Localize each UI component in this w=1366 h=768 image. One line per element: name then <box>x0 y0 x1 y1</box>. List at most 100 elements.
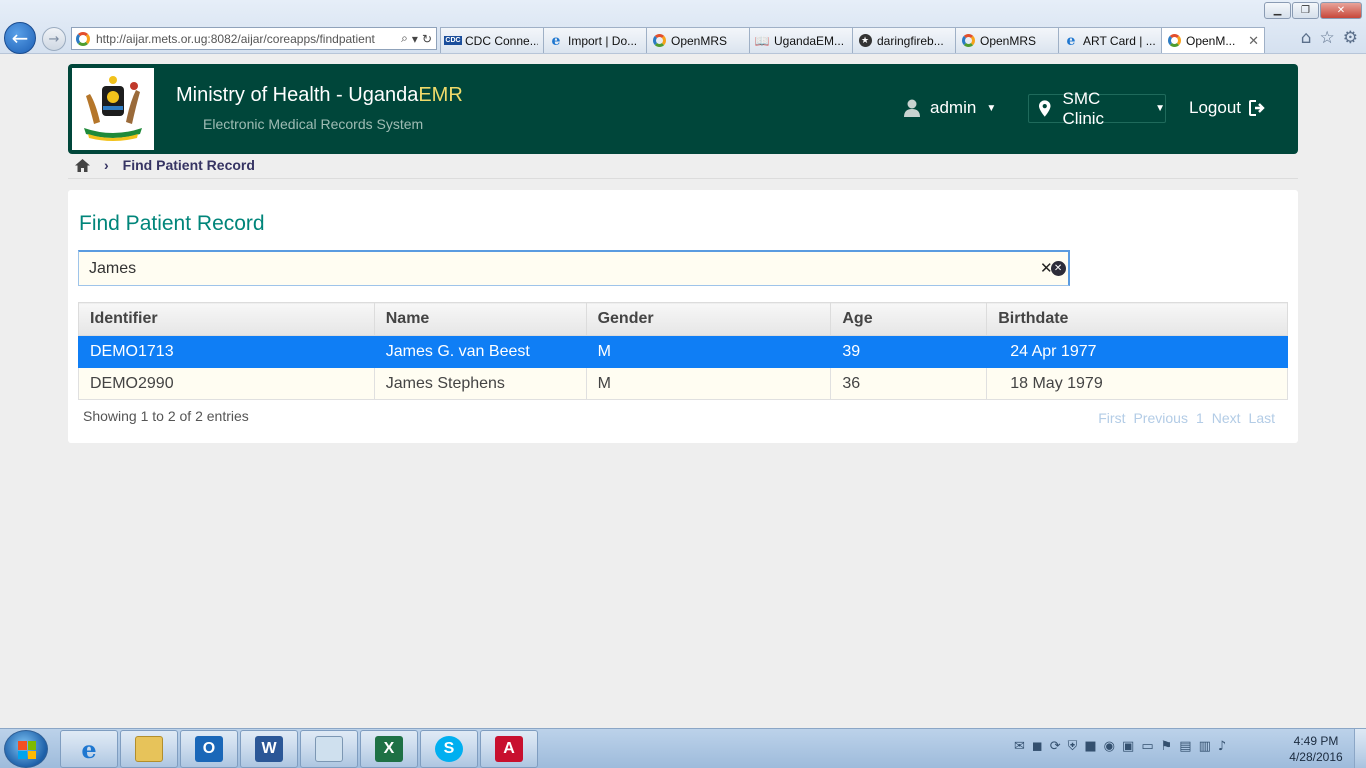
network-icon[interactable]: ▥ <box>1199 739 1211 754</box>
browser-tab[interactable]: OpenMRS <box>955 27 1059 53</box>
openmrs-icon <box>1167 34 1181 48</box>
logout-link[interactable]: Logout <box>1189 98 1267 118</box>
sign-out-icon <box>1249 100 1265 116</box>
cell-identifier: DEMO1713 <box>78 335 375 368</box>
cell-age: 39 <box>830 335 988 368</box>
mail-icon[interactable]: ✉ <box>1014 739 1025 754</box>
browser-tab[interactable]: ★ daringfireb... <box>852 27 956 53</box>
clock-date: 4/28/2016 <box>1289 750 1343 764</box>
entries-info: Showing 1 to 2 of 2 entries <box>83 408 249 424</box>
app-subtitle: Electronic Medical Records System <box>203 116 424 132</box>
cell-birthdate: 18 May 1979 <box>986 367 1288 400</box>
sync-icon[interactable]: ⟳ <box>1050 739 1061 754</box>
column-header-age[interactable]: Age <box>830 302 988 336</box>
user-menu[interactable]: admin ▼ <box>904 98 996 118</box>
taskbar-word[interactable]: W <box>240 730 298 768</box>
page-title: Find Patient Record <box>79 212 265 235</box>
patient-search-input[interactable] <box>78 250 1070 286</box>
ie-icon: e <box>551 32 561 49</box>
search-icon[interactable]: ⌕ <box>401 31 408 46</box>
pager-page-1[interactable]: 1 <box>1196 410 1204 426</box>
column-header-identifier[interactable]: Identifier <box>78 302 375 336</box>
taskbar-explorer[interactable] <box>120 730 178 768</box>
browser-tab[interactable]: e Import | Do... <box>543 27 647 53</box>
close-window-button[interactable]: ✕ <box>1320 2 1362 19</box>
taskbar-acrobat[interactable]: A <box>480 730 538 768</box>
pager-previous[interactable]: Previous <box>1133 410 1187 426</box>
browser-tab-label: ART Card | ... <box>1083 33 1156 48</box>
clear-circle-icon: ✕ <box>1050 260 1066 276</box>
cdc-icon: CDC <box>444 36 462 45</box>
forward-button[interactable]: → <box>42 27 66 51</box>
device-icon[interactable]: ▤ <box>1179 739 1191 754</box>
caret-down-icon: ▼ <box>986 102 997 114</box>
volume-icon[interactable]: ♪ <box>1218 739 1226 754</box>
browser-tab[interactable]: e ART Card | ... <box>1058 27 1162 53</box>
outlook-tray-icon[interactable]: ◼ <box>1032 739 1043 754</box>
dropdown-icon[interactable]: ▾ <box>412 32 418 46</box>
network-status-icon[interactable]: ◉ <box>1104 739 1115 754</box>
pager-first[interactable]: First <box>1098 410 1125 426</box>
taskbar-apps: e O W X S A <box>60 730 538 768</box>
window-controls: ▁ ❐ ✕ <box>1264 2 1362 19</box>
openmrs-icon <box>652 34 666 48</box>
pagination: First Previous 1 Next Last <box>1098 410 1275 426</box>
windows-taskbar: e O W X S A ✉ ◼ ⟳ ⛨ ■ ◉ ▣ ▭ ⚑ ▤ ▥ ♪ 4:49… <box>0 728 1366 768</box>
gear-icon[interactable]: ⚙ <box>1343 28 1358 48</box>
app-header: Ministry of Health - UgandaEMR Electroni… <box>68 64 1298 154</box>
location-name: SMC Clinic <box>1062 88 1105 128</box>
home-icon[interactable]: ⌂ <box>1301 28 1312 48</box>
browser-tab[interactable]: 📖 UgandaEM... <box>749 27 853 53</box>
minimize-button[interactable]: ▁ <box>1264 2 1291 19</box>
column-header-birthdate[interactable]: Birthdate <box>986 302 1288 336</box>
browser-tabs: CDC CDC Conne... e Import | Do... OpenMRS 📖 Ug… <box>440 27 1265 53</box>
column-header-name[interactable]: Name <box>373 302 587 336</box>
table-header-row: Identifier Name Gender Age Birthdate <box>78 302 1288 336</box>
lock-icon[interactable]: ■ <box>1084 739 1096 754</box>
taskbar-outlook[interactable]: O <box>180 730 238 768</box>
back-button[interactable]: ← <box>4 22 36 54</box>
excel-icon: X <box>375 736 403 762</box>
clear-search-button[interactable]: ✕ ✕ <box>1040 259 1066 277</box>
pager-last[interactable]: Last <box>1249 410 1275 426</box>
taskbar-skype[interactable]: S <box>420 730 478 768</box>
flag-icon[interactable]: ⚑ <box>1161 739 1173 754</box>
app-title-emr: EMR <box>418 84 463 106</box>
taskbar-notepad[interactable] <box>300 730 358 768</box>
window-icon[interactable]: ▣ <box>1122 739 1134 754</box>
table-row[interactable]: DEMO2990 James Stephens M 36 18 May 1979 <box>78 367 1288 400</box>
shield-icon[interactable]: ⛨ <box>1068 739 1078 754</box>
location-menu[interactable]: SMC Clinic ▼ <box>1028 89 1166 128</box>
address-bar[interactable]: http://aijar.mets.or.ug:8082/aijar/corea… <box>71 27 437 50</box>
skype-icon: S <box>435 736 463 762</box>
url-text[interactable]: http://aijar.mets.or.ug:8082/aijar/corea… <box>96 32 397 46</box>
monitor-icon[interactable]: ▭ <box>1141 739 1153 754</box>
taskbar-ie[interactable]: e <box>60 730 118 768</box>
restore-button[interactable]: ❐ <box>1292 2 1319 19</box>
column-header-gender[interactable]: Gender <box>585 302 832 336</box>
internet-explorer-icon: e <box>81 734 97 764</box>
browser-tab[interactable]: CDC CDC Conne... <box>440 27 544 53</box>
arrow-right-icon: → <box>48 31 60 47</box>
table-row[interactable]: DEMO1713 James G. van Beest M 39 24 Apr … <box>78 335 1288 368</box>
star-icon: ★ <box>858 34 872 48</box>
ie-icon: e <box>1066 32 1076 49</box>
browser-tab[interactable]: OpenM... ✕ <box>1161 27 1265 53</box>
browser-tab-label: OpenMRS <box>980 33 1037 48</box>
taskbar-clock[interactable]: 4:49 PM 4/28/2016 <box>1286 733 1346 765</box>
home-icon[interactable] <box>75 158 90 172</box>
book-icon: 📖 <box>754 33 770 48</box>
uganda-coat-of-arms-logo[interactable] <box>72 68 154 150</box>
system-tray: ✉ ◼ ⟳ ⛨ ■ ◉ ▣ ▭ ⚑ ▤ ▥ ♪ <box>1014 739 1226 754</box>
browser-tab-label: OpenMRS <box>671 33 728 48</box>
show-desktop-button[interactable] <box>1354 729 1366 768</box>
refresh-icon[interactable]: ↻ <box>422 32 432 46</box>
close-tab-icon[interactable]: ✕ <box>1248 33 1259 49</box>
browser-tab[interactable]: OpenMRS <box>646 27 750 53</box>
favorites-star-icon[interactable]: ☆ <box>1320 28 1335 48</box>
pager-next[interactable]: Next <box>1212 410 1241 426</box>
user-name: admin <box>930 98 977 117</box>
start-button[interactable] <box>4 730 48 768</box>
taskbar-excel[interactable]: X <box>360 730 418 768</box>
caret-down-icon: ▼ <box>1155 103 1165 114</box>
